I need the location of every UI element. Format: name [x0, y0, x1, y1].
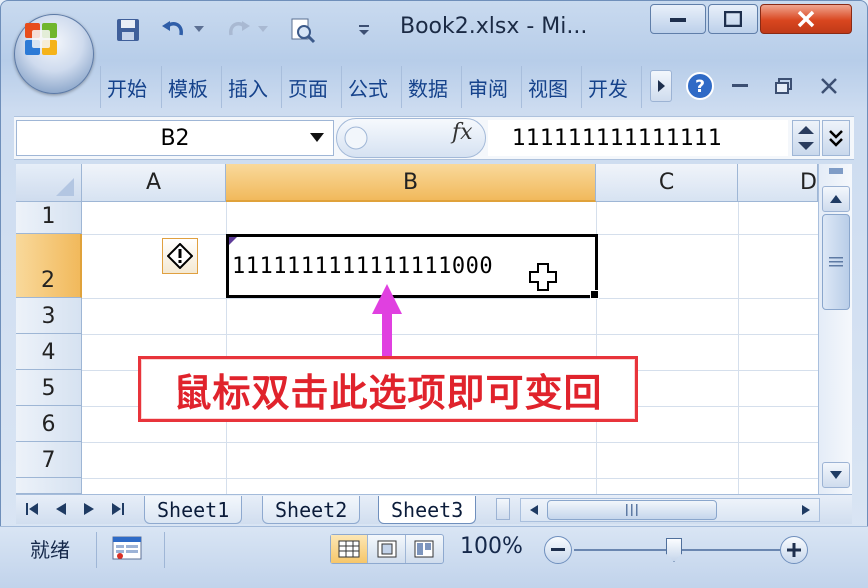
maximize-button[interactable] [708, 4, 758, 34]
page-layout-view-button[interactable] [368, 535, 406, 563]
office-logo-icon [25, 23, 57, 55]
print-preview-icon[interactable] [286, 14, 318, 46]
worksheet-grid[interactable] [16, 164, 818, 494]
tab-formulas[interactable]: 公式 [342, 66, 402, 108]
row-header-2[interactable]: 2 [16, 234, 82, 298]
save-icon[interactable] [112, 14, 144, 46]
gridline [82, 478, 818, 479]
redo-icon[interactable] [222, 14, 254, 46]
tab-insert[interactable]: 插入 [222, 66, 282, 108]
row-header-8[interactable] [16, 478, 82, 494]
undo-icon[interactable] [158, 14, 190, 46]
svg-text:?: ? [695, 77, 705, 97]
error-indicator-icon [229, 237, 237, 245]
customize-qat-icon[interactable] [348, 14, 380, 46]
scroll-up-button[interactable] [822, 186, 850, 212]
tab-split-handle[interactable] [496, 498, 510, 520]
insert-function-button[interactable]: fx [452, 120, 473, 145]
horizontal-scrollbar[interactable] [520, 498, 820, 522]
quick-access-toolbar [108, 10, 398, 50]
vertical-scroll-thumb[interactable] [822, 214, 850, 310]
page-break-icon [414, 540, 434, 558]
help-icon[interactable]: ? [684, 70, 716, 102]
tab-home[interactable]: 开始 [100, 66, 162, 108]
tab-template[interactable]: 模板 [162, 66, 222, 108]
next-sheet-icon[interactable] [78, 498, 100, 520]
gridline [82, 298, 818, 299]
row-header-6[interactable]: 6 [16, 406, 82, 442]
first-sheet-icon[interactable] [22, 498, 44, 520]
tab-data[interactable]: 数据 [402, 66, 462, 108]
sheet-tab-sheet3[interactable]: Sheet3 [378, 496, 477, 524]
zoom-out-button[interactable] [544, 536, 572, 564]
column-header-c[interactable]: C [596, 164, 738, 202]
row-header-4[interactable]: 4 [16, 334, 82, 370]
sheet-tab-sheet2[interactable]: Sheet2 [262, 496, 361, 524]
gridline [82, 442, 818, 443]
close-button[interactable] [760, 4, 852, 34]
tab-developer[interactable]: 开发 [582, 66, 642, 108]
row-header-3[interactable]: 3 [16, 298, 82, 334]
undo-dropdown-icon[interactable] [190, 14, 208, 46]
tab-scroll-right-button[interactable] [650, 70, 672, 102]
redo-dropdown-icon[interactable] [254, 14, 272, 46]
normal-view-button[interactable] [331, 535, 369, 563]
scroll-left-button[interactable] [523, 500, 545, 520]
ribbon-tab-bar: 开始 模板 插入 页面 公式 数据 审阅 视图 开发 [100, 66, 642, 108]
expand-formula-bar-icon[interactable] [822, 120, 850, 156]
gridline [82, 334, 818, 335]
name-box-dropdown-icon[interactable] [300, 120, 334, 156]
gridline [738, 202, 739, 494]
view-switcher [330, 534, 444, 564]
status-divider [164, 532, 165, 568]
column-header-b[interactable]: B [226, 164, 596, 202]
minimize-button[interactable] [650, 4, 706, 34]
scroll-right-button[interactable] [795, 500, 817, 520]
row-header-5[interactable]: 5 [16, 370, 82, 406]
prev-sheet-icon[interactable] [50, 498, 72, 520]
row-header-7[interactable]: 7 [16, 442, 82, 478]
cell-cursor-icon [529, 263, 557, 291]
warning-icon [167, 243, 193, 269]
annotation-text: 鼠标双击此选项即可变回 [173, 370, 603, 415]
last-sheet-icon[interactable] [106, 498, 128, 520]
page-break-view-button[interactable] [406, 535, 443, 563]
page-layout-icon [377, 540, 397, 558]
sheet-tab-sheet1[interactable]: Sheet1 [144, 496, 243, 524]
split-box-icon[interactable] [829, 168, 843, 174]
error-check-button[interactable] [162, 238, 198, 274]
horizontal-scroll-thumb[interactable] [547, 500, 717, 520]
ribbon-minimize-icon[interactable] [726, 70, 754, 102]
status-ready: 就绪 [30, 538, 70, 562]
column-header-a[interactable]: A [82, 164, 226, 202]
select-all-button[interactable] [16, 164, 82, 202]
annotation-arrow-icon [372, 284, 402, 356]
zoom-in-button[interactable] [780, 536, 808, 564]
zoom-level[interactable]: 100% [460, 534, 523, 559]
column-header-d[interactable]: D [738, 164, 818, 202]
name-box[interactable]: B2 [16, 120, 334, 156]
macro-record-icon[interactable] [112, 536, 142, 560]
row-header-1[interactable]: 1 [16, 202, 82, 234]
cell-b2-value: 1111111111111111000 [232, 254, 494, 279]
ribbon-restore-icon[interactable] [770, 70, 798, 102]
vertical-scrollbar[interactable] [818, 164, 852, 494]
tab-review[interactable]: 审阅 [462, 66, 522, 108]
normal-view-icon [338, 540, 360, 558]
tab-view[interactable]: 视图 [522, 66, 582, 108]
formula-input[interactable]: 111111111111111 [488, 120, 788, 156]
fill-handle[interactable] [590, 290, 599, 299]
window-title: Book2.xlsx - Mi... [400, 14, 588, 39]
formula-scroll-icon[interactable] [792, 120, 820, 156]
tab-page-layout[interactable]: 页面 [282, 66, 342, 108]
ribbon-close-icon[interactable] [814, 70, 844, 102]
scroll-down-button[interactable] [822, 462, 850, 488]
status-divider [96, 532, 97, 568]
